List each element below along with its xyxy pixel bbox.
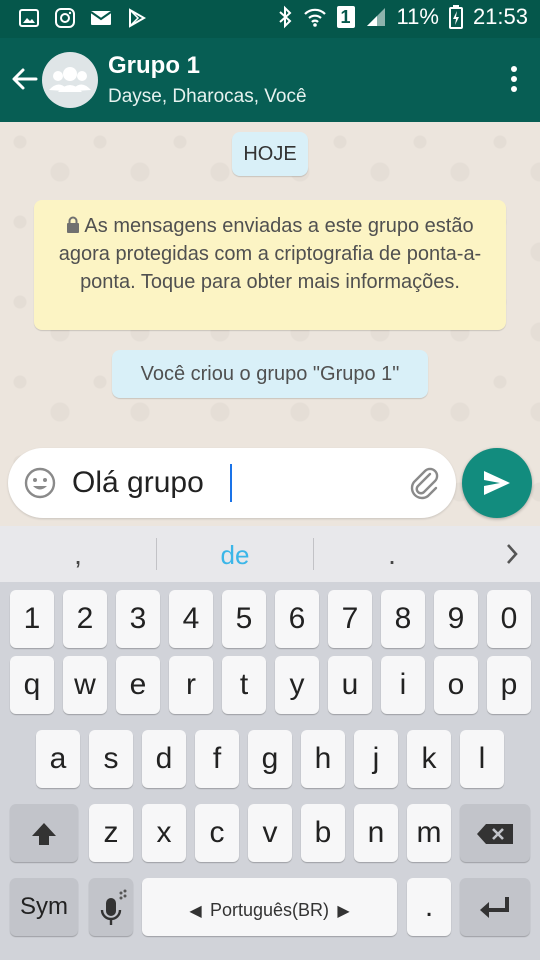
battery-percentage: 11% [396,4,439,29]
battery-charging-icon [448,5,463,29]
shift-arrow-icon [32,823,56,846]
back-arrow-icon[interactable] [10,64,40,94]
key-4[interactable]: 4 [169,590,213,648]
key-h[interactable]: h [301,730,345,788]
voice-input-key[interactable] [89,878,133,936]
suggestion-period[interactable]: . [314,526,470,582]
key-7[interactable]: 7 [328,590,372,648]
key-x[interactable]: x [142,804,186,862]
space-key[interactable]: ◀ Português(BR) ▶ [142,878,397,936]
key-d[interactable]: d [142,730,186,788]
shift-key[interactable] [10,804,78,862]
enter-key[interactable] [460,878,530,936]
key-v[interactable]: v [248,804,292,862]
instagram-notification-icon [55,8,75,28]
key-c[interactable]: c [195,804,239,862]
date-divider: HOJE [232,132,308,176]
chat-header: Grupo 1 Dayse, Dharocas, Você [0,38,540,122]
emoji-icon[interactable] [24,467,56,499]
bluetooth-icon [278,5,291,29]
sim-indicator: 1 [336,6,355,28]
key-n[interactable]: n [354,804,398,862]
key-m[interactable]: m [407,804,451,862]
system-message: Você criou o grupo "Grupo 1" [112,350,428,398]
key-j[interactable]: j [354,730,398,788]
key-a[interactable]: a [36,730,80,788]
key-e[interactable]: e [116,656,160,714]
key-9[interactable]: 9 [434,590,478,648]
key-5[interactable]: 5 [222,590,266,648]
key-k[interactable]: k [407,730,451,788]
lock-icon [67,216,80,233]
key-2[interactable]: 2 [63,590,107,648]
key-b[interactable]: b [301,804,345,862]
key-s[interactable]: s [89,730,133,788]
backspace-icon [477,824,513,845]
suggestion-comma[interactable]: , [0,526,156,582]
symbols-key[interactable]: Sym [10,878,78,936]
key-f[interactable]: f [195,730,239,788]
key-q[interactable]: q [10,656,54,714]
backspace-key[interactable] [460,804,530,862]
key-g[interactable]: g [248,730,292,788]
key-w[interactable]: w [63,656,107,714]
key-3[interactable]: 3 [116,590,160,648]
text-cursor [230,464,232,502]
send-button[interactable] [462,448,532,518]
email-notification-icon [90,11,112,25]
encryption-notice[interactable]: As mensagens enviadas a este grupo estão… [34,200,506,330]
encryption-notice-text: As mensagens enviadas a este grupo estão… [58,215,482,293]
gallery-notification-icon [19,9,39,27]
suggestion-bar: , de . [0,526,540,582]
language-label: Português(BR) [209,900,330,920]
key-p[interactable]: p [487,656,531,714]
group-avatar[interactable] [42,52,98,108]
key-o[interactable]: o [434,656,478,714]
soft-keyboard: 1 2 3 4 5 6 7 8 9 0 q w e r t y u i o p … [0,582,540,960]
play-store-notification-icon [129,8,147,28]
key-6[interactable]: 6 [275,590,319,648]
key-r[interactable]: r [169,656,213,714]
key-t[interactable]: t [222,656,266,714]
microphone-icon [100,889,127,926]
period-key[interactable]: . [407,878,451,936]
key-8[interactable]: 8 [381,590,425,648]
group-icon [49,67,91,92]
key-l[interactable]: l [460,730,504,788]
key-u[interactable]: u [328,656,372,714]
period-label: . [424,890,434,923]
enter-icon [480,897,509,919]
key-0[interactable]: 0 [487,590,531,648]
key-i[interactable]: i [381,656,425,714]
key-z[interactable]: z [89,804,133,862]
suggestion-de[interactable]: de [157,526,313,582]
key-1[interactable]: 1 [10,590,54,648]
signal-icon [366,8,385,26]
more-options-icon[interactable] [510,66,518,94]
chevron-right-icon: ▶ [337,903,350,920]
chevron-left-icon: ◀ [189,903,202,920]
status-bar: 1 11% 21:53 [0,0,540,38]
attachment-icon[interactable] [408,466,442,500]
chat-participants[interactable]: Dayse, Dharocas, Você [108,86,307,108]
message-composer [8,448,456,518]
chevron-right-icon[interactable] [504,542,520,566]
wifi-icon [303,8,326,27]
message-input[interactable] [72,462,392,504]
clock: 21:53 [472,4,528,29]
chat-title[interactable]: Grupo 1 [108,52,200,80]
key-y[interactable]: y [275,656,319,714]
send-icon [484,471,510,495]
